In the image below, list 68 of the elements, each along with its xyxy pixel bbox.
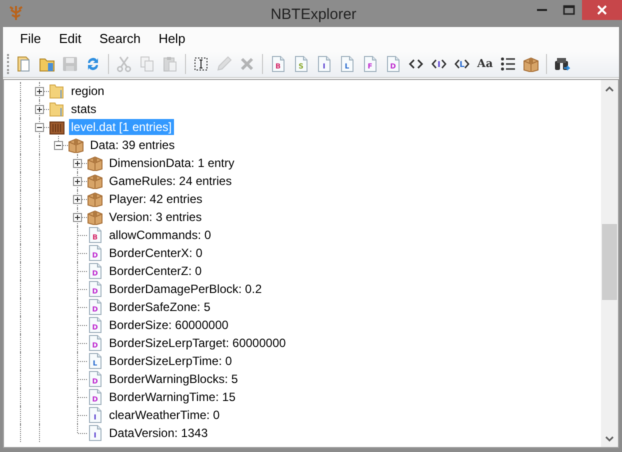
maximize-icon (562, 5, 574, 15)
cut-icon (116, 56, 132, 72)
window-title: NBTExplorer (270, 5, 358, 25)
close-icon (597, 5, 607, 15)
tree-item[interactable]: BorderSizeLerpTarget: 60000000 (107, 335, 288, 351)
tree-item[interactable]: BorderWarningTime: 15 (107, 389, 238, 405)
paste-icon (162, 56, 178, 72)
tree-item[interactable]: allowCommands: 0 (107, 227, 214, 243)
menu-item[interactable]: Edit (50, 27, 90, 51)
expand-icon[interactable] (35, 105, 44, 114)
tree-item[interactable]: GameRules: 24 entries (107, 173, 234, 189)
delete-icon (239, 56, 255, 72)
folder-icon (39, 56, 55, 72)
tree-item[interactable]: Version: 3 entries (107, 209, 204, 225)
tree-item[interactable]: DataVersion: 1343 (107, 425, 210, 441)
tree-item[interactable]: stats (69, 101, 98, 117)
toolbar-button[interactable] (554, 55, 570, 73)
toolbar-button[interactable]: Aa (477, 55, 493, 73)
tree-item[interactable]: BorderDamagePerBlock: 0.2 (107, 281, 264, 297)
collapse-icon[interactable] (54, 141, 63, 150)
tree-item[interactable]: BorderSizeLerpTime: 0 (107, 353, 234, 369)
toolbar-button[interactable] (500, 55, 516, 73)
menu-item[interactable]: File (11, 27, 50, 51)
tree-item[interactable]: BorderWarningBlocks: 5 (107, 371, 240, 387)
tree-item[interactable]: BorderCenterX: 0 (107, 245, 204, 261)
folder-icon (49, 101, 65, 117)
minimize-icon (536, 8, 546, 12)
scroll-up-icon[interactable] (605, 86, 614, 92)
box-icon (87, 209, 103, 225)
file-icon (16, 56, 32, 72)
box-icon (523, 56, 539, 72)
pencil-icon (216, 56, 232, 72)
toolbar-button[interactable] (193, 55, 209, 73)
toolbar-button[interactable]: L (454, 55, 470, 73)
expand-icon[interactable] (35, 87, 44, 96)
tree-item[interactable]: BorderCenterZ: 0 (107, 263, 204, 279)
toolbar-button[interactable]: I (431, 55, 447, 73)
copy-icon (139, 56, 155, 72)
tree-item[interactable]: clearWeatherTime: 0 (107, 407, 222, 423)
expand-icon[interactable] (73, 195, 82, 204)
tree-item[interactable]: DimensionData: 1 entry (107, 155, 236, 171)
tree-item[interactable]: BorderSafeZone: 5 (107, 299, 212, 315)
box-icon (87, 191, 103, 207)
scrollbar[interactable] (601, 80, 618, 447)
binoculars-icon (554, 56, 570, 72)
tree-item[interactable]: Data: 39 entries (88, 137, 177, 153)
chest-icon (49, 119, 65, 135)
menu-item[interactable]: Search (90, 27, 150, 51)
collapse-icon[interactable] (35, 123, 44, 132)
tree-item[interactable]: Player: 42 entries (107, 191, 204, 207)
folder-icon (49, 83, 65, 99)
box-icon (87, 155, 103, 171)
expand-icon[interactable] (73, 159, 82, 168)
selection-icon (193, 56, 209, 72)
expand-icon[interactable] (73, 177, 82, 186)
scroll-down-icon[interactable] (605, 436, 614, 442)
app-icon (8, 5, 24, 21)
tree-item[interactable]: region (69, 83, 106, 99)
list-icon (500, 56, 516, 72)
scrollbar-thumb[interactable] (602, 224, 617, 300)
box-icon (68, 137, 84, 153)
box-icon (87, 173, 103, 189)
tree-item[interactable]: BorderSize: 60000000 (107, 317, 230, 333)
menu-item[interactable]: Help (150, 27, 194, 51)
refresh-icon (85, 56, 101, 72)
close-button[interactable] (582, 0, 622, 20)
expand-icon[interactable] (73, 213, 82, 222)
save-icon (62, 56, 78, 72)
